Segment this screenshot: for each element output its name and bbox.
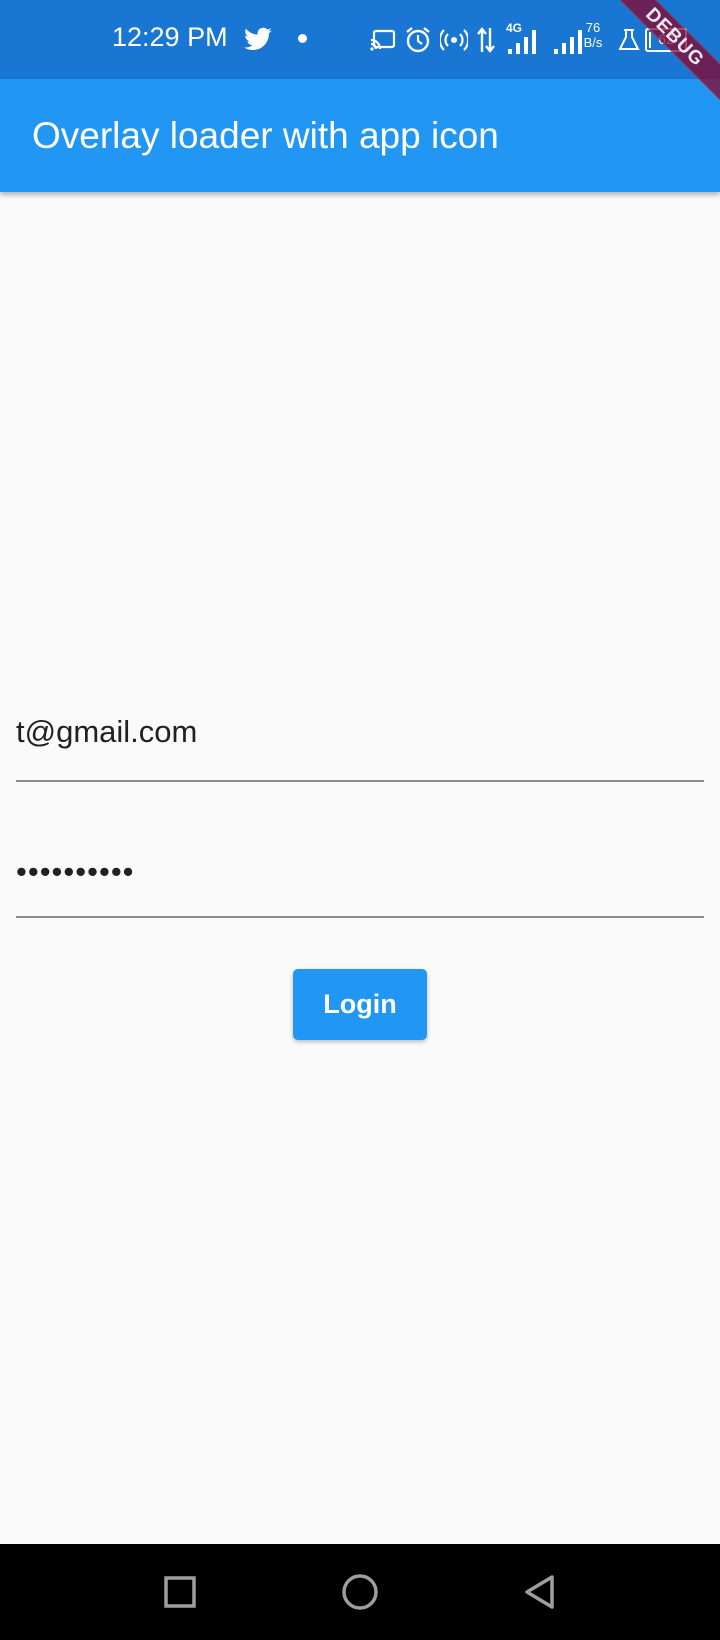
cast-icon: [370, 29, 396, 51]
signal-icon: 4G: [504, 21, 544, 55]
network-speed: 76 B/s: [583, 20, 603, 50]
twitter-icon: [244, 27, 272, 50]
alarm-icon: [406, 27, 430, 53]
status-bar: 12:29 PM 4G 76 B/s 62: [0, 0, 720, 79]
battery-level: 62: [658, 31, 674, 47]
navigation-bar: [0, 1544, 720, 1640]
data-arrows-icon: [477, 27, 495, 53]
app-bar: Overlay loader with app icon: [0, 79, 720, 192]
hotspot-icon: [440, 29, 468, 51]
back-icon[interactable]: [518, 1570, 562, 1614]
email-input-value: t@gmail.com: [16, 714, 198, 749]
login-button-label: Login: [323, 989, 397, 1019]
recents-icon[interactable]: [158, 1570, 202, 1614]
battery-icon: 62: [645, 28, 687, 52]
login-button[interactable]: Login: [293, 969, 427, 1040]
password-input-value: ••••••••••: [16, 854, 135, 889]
flask-icon: [618, 29, 640, 50]
email-field[interactable]: t@gmail.com: [16, 700, 704, 782]
notification-dot: [298, 34, 307, 43]
password-field[interactable]: ••••••••••: [16, 836, 704, 918]
home-icon[interactable]: [338, 1570, 382, 1614]
status-time: 12:29 PM: [112, 22, 228, 52]
status-icons: 4G: [370, 21, 592, 58]
page-title: Overlay loader with app icon: [32, 115, 499, 156]
